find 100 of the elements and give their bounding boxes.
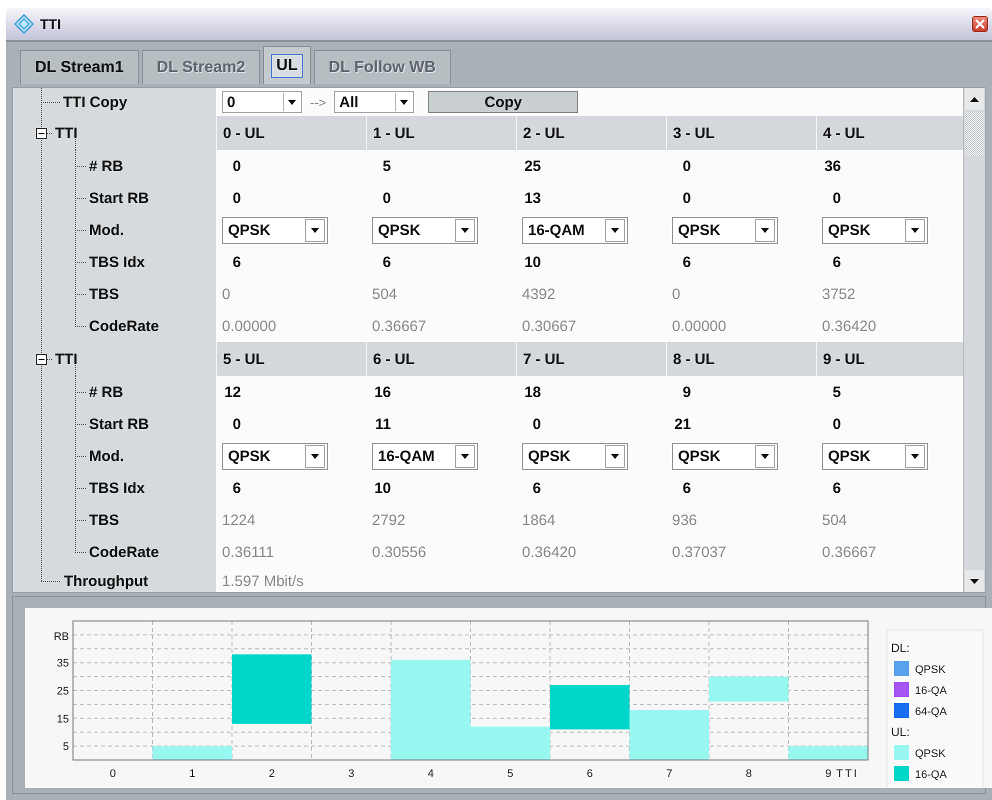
modulation-dropdown[interactable]: QPSK (822, 216, 928, 244)
tree-label: CodeRate (89, 318, 160, 334)
throughput-value: 1.597 Mbit/s (222, 572, 304, 590)
modulation-dropdown[interactable]: 16-QAM (522, 216, 628, 244)
table-cell: 504 (372, 286, 398, 302)
table-cell: 0.36667 (372, 318, 426, 334)
tree-label: TTI (55, 350, 78, 368)
table-cell-text: 0 (232, 416, 241, 432)
caret-icon (455, 218, 475, 242)
table-cell-text: 11 (374, 416, 391, 432)
tree-label: TTI (55, 124, 78, 142)
target-dropdown[interactable]: All (334, 91, 414, 113)
table-cell-text: 0 (532, 416, 541, 432)
legend-heading: DL: (891, 641, 910, 655)
table-cell: 0 (672, 286, 680, 302)
table-cell: 4392 (522, 286, 556, 302)
table-cell: 1224 (222, 512, 256, 528)
legend-label: 16-QA (915, 769, 947, 781)
table-cell: 2792 (372, 512, 406, 528)
caret-icon (305, 444, 325, 468)
tick-label: 9 (825, 768, 832, 780)
table-cell: 0.37037 (672, 544, 726, 560)
table-cell-text: 6 (532, 480, 541, 496)
caret-icon (905, 218, 925, 242)
caret-icon (605, 218, 625, 242)
caret-icon (605, 444, 625, 468)
table-cell: 936 (672, 512, 698, 528)
table-cell-text: 13 (523, 190, 541, 206)
legend-heading: UL: (891, 725, 910, 739)
tree-label: TBS (89, 512, 119, 528)
table-cell-text: 6 (832, 480, 841, 496)
caret-icon (755, 444, 775, 468)
table-cell: 0.30667 (522, 318, 576, 334)
table-cell-text: 12 (223, 384, 241, 400)
table-cell-text: 0 (682, 190, 691, 206)
tree-label: Mod. (89, 448, 124, 464)
tree-label: # RB (89, 384, 124, 400)
tick-label: 8 (746, 768, 752, 780)
table-cell-text: 0 (232, 158, 241, 174)
modulation-dropdown[interactable]: 16-QAM (372, 442, 478, 470)
tree-label: Start RB (89, 190, 150, 206)
table-cell-text: 0 (232, 190, 241, 206)
tree-label: # RB (89, 158, 124, 174)
modulation-dropdown[interactable]: QPSK (522, 442, 628, 470)
tab[interactable]: DL Stream1 (20, 50, 139, 84)
table-cell: 0.36111 (222, 544, 274, 560)
app-logo-icon (14, 14, 34, 34)
table-cell-text: 25 (523, 158, 541, 174)
tree-label: Mod. (89, 222, 124, 238)
table-cell-text: 5 (832, 384, 841, 400)
table-cell: 0.36420 (522, 544, 576, 560)
table-cell-text: 6 (682, 480, 691, 496)
modulation-dropdown[interactable]: QPSK (672, 442, 778, 470)
tree-label: Start RB (89, 416, 150, 432)
scroll-up-icon[interactable] (965, 88, 984, 110)
scrollbar-thumb[interactable] (965, 112, 984, 156)
tick-label: 25 (56, 686, 69, 698)
tick-label: 7 (666, 768, 672, 780)
modulation-dropdown[interactable]: QPSK (822, 442, 928, 470)
axis-label: TTI (836, 768, 859, 780)
arrow-text: --> (310, 94, 326, 110)
window-title: TTI (40, 16, 62, 32)
table-cell: 0.00000 (222, 318, 276, 334)
table-cell-text: 36 (823, 158, 841, 174)
tick-label: 1 (189, 768, 196, 780)
table-cell-text: 16 (373, 384, 391, 400)
collapse-icon[interactable] (36, 354, 47, 364)
table-cell-text: 6 (232, 254, 241, 270)
caret-icon (305, 218, 325, 242)
tick-label: 2 (268, 768, 275, 780)
modulation-dropdown[interactable]: QPSK (672, 216, 778, 244)
table-cell-text: 6 (382, 254, 391, 270)
table-cell-text: 6 (832, 254, 841, 270)
table-cell-text: 21 (673, 416, 691, 432)
table-cell: 0.36667 (822, 544, 876, 560)
table-cell: 0.36420 (822, 318, 876, 334)
copy-button[interactable]: Copy (428, 91, 578, 113)
collapse-icon[interactable] (36, 128, 47, 138)
legend-label: QPSK (915, 664, 946, 676)
table-cell: 0 (222, 286, 230, 302)
table-cell: 0.30556 (372, 544, 426, 560)
close-button[interactable] (972, 16, 988, 32)
legend-label: 64-QA (915, 706, 947, 718)
table-cell: 504 (822, 512, 848, 528)
modulation-dropdown[interactable]: QPSK (222, 216, 328, 244)
table-cell-text: 0 (832, 416, 841, 432)
table-cell: 0.00000 (672, 318, 726, 334)
tick-label: 35 (56, 658, 69, 670)
table-cell-text: 6 (232, 480, 241, 496)
modulation-dropdown[interactable]: QPSK (222, 442, 328, 470)
tick-label: 5 (62, 741, 69, 754)
source-dropdown[interactable]: 0 (222, 91, 302, 113)
caret-icon (905, 444, 925, 468)
modulation-dropdown[interactable]: QPSK (372, 216, 478, 244)
scroll-down-icon[interactable] (965, 570, 984, 592)
tree-label: CodeRate (89, 544, 160, 560)
table-cell-text: 10 (523, 254, 541, 270)
tree-label: TTI Copy (63, 94, 128, 110)
tab[interactable]: UL (263, 46, 311, 84)
tree-label: Throughput (64, 572, 148, 590)
